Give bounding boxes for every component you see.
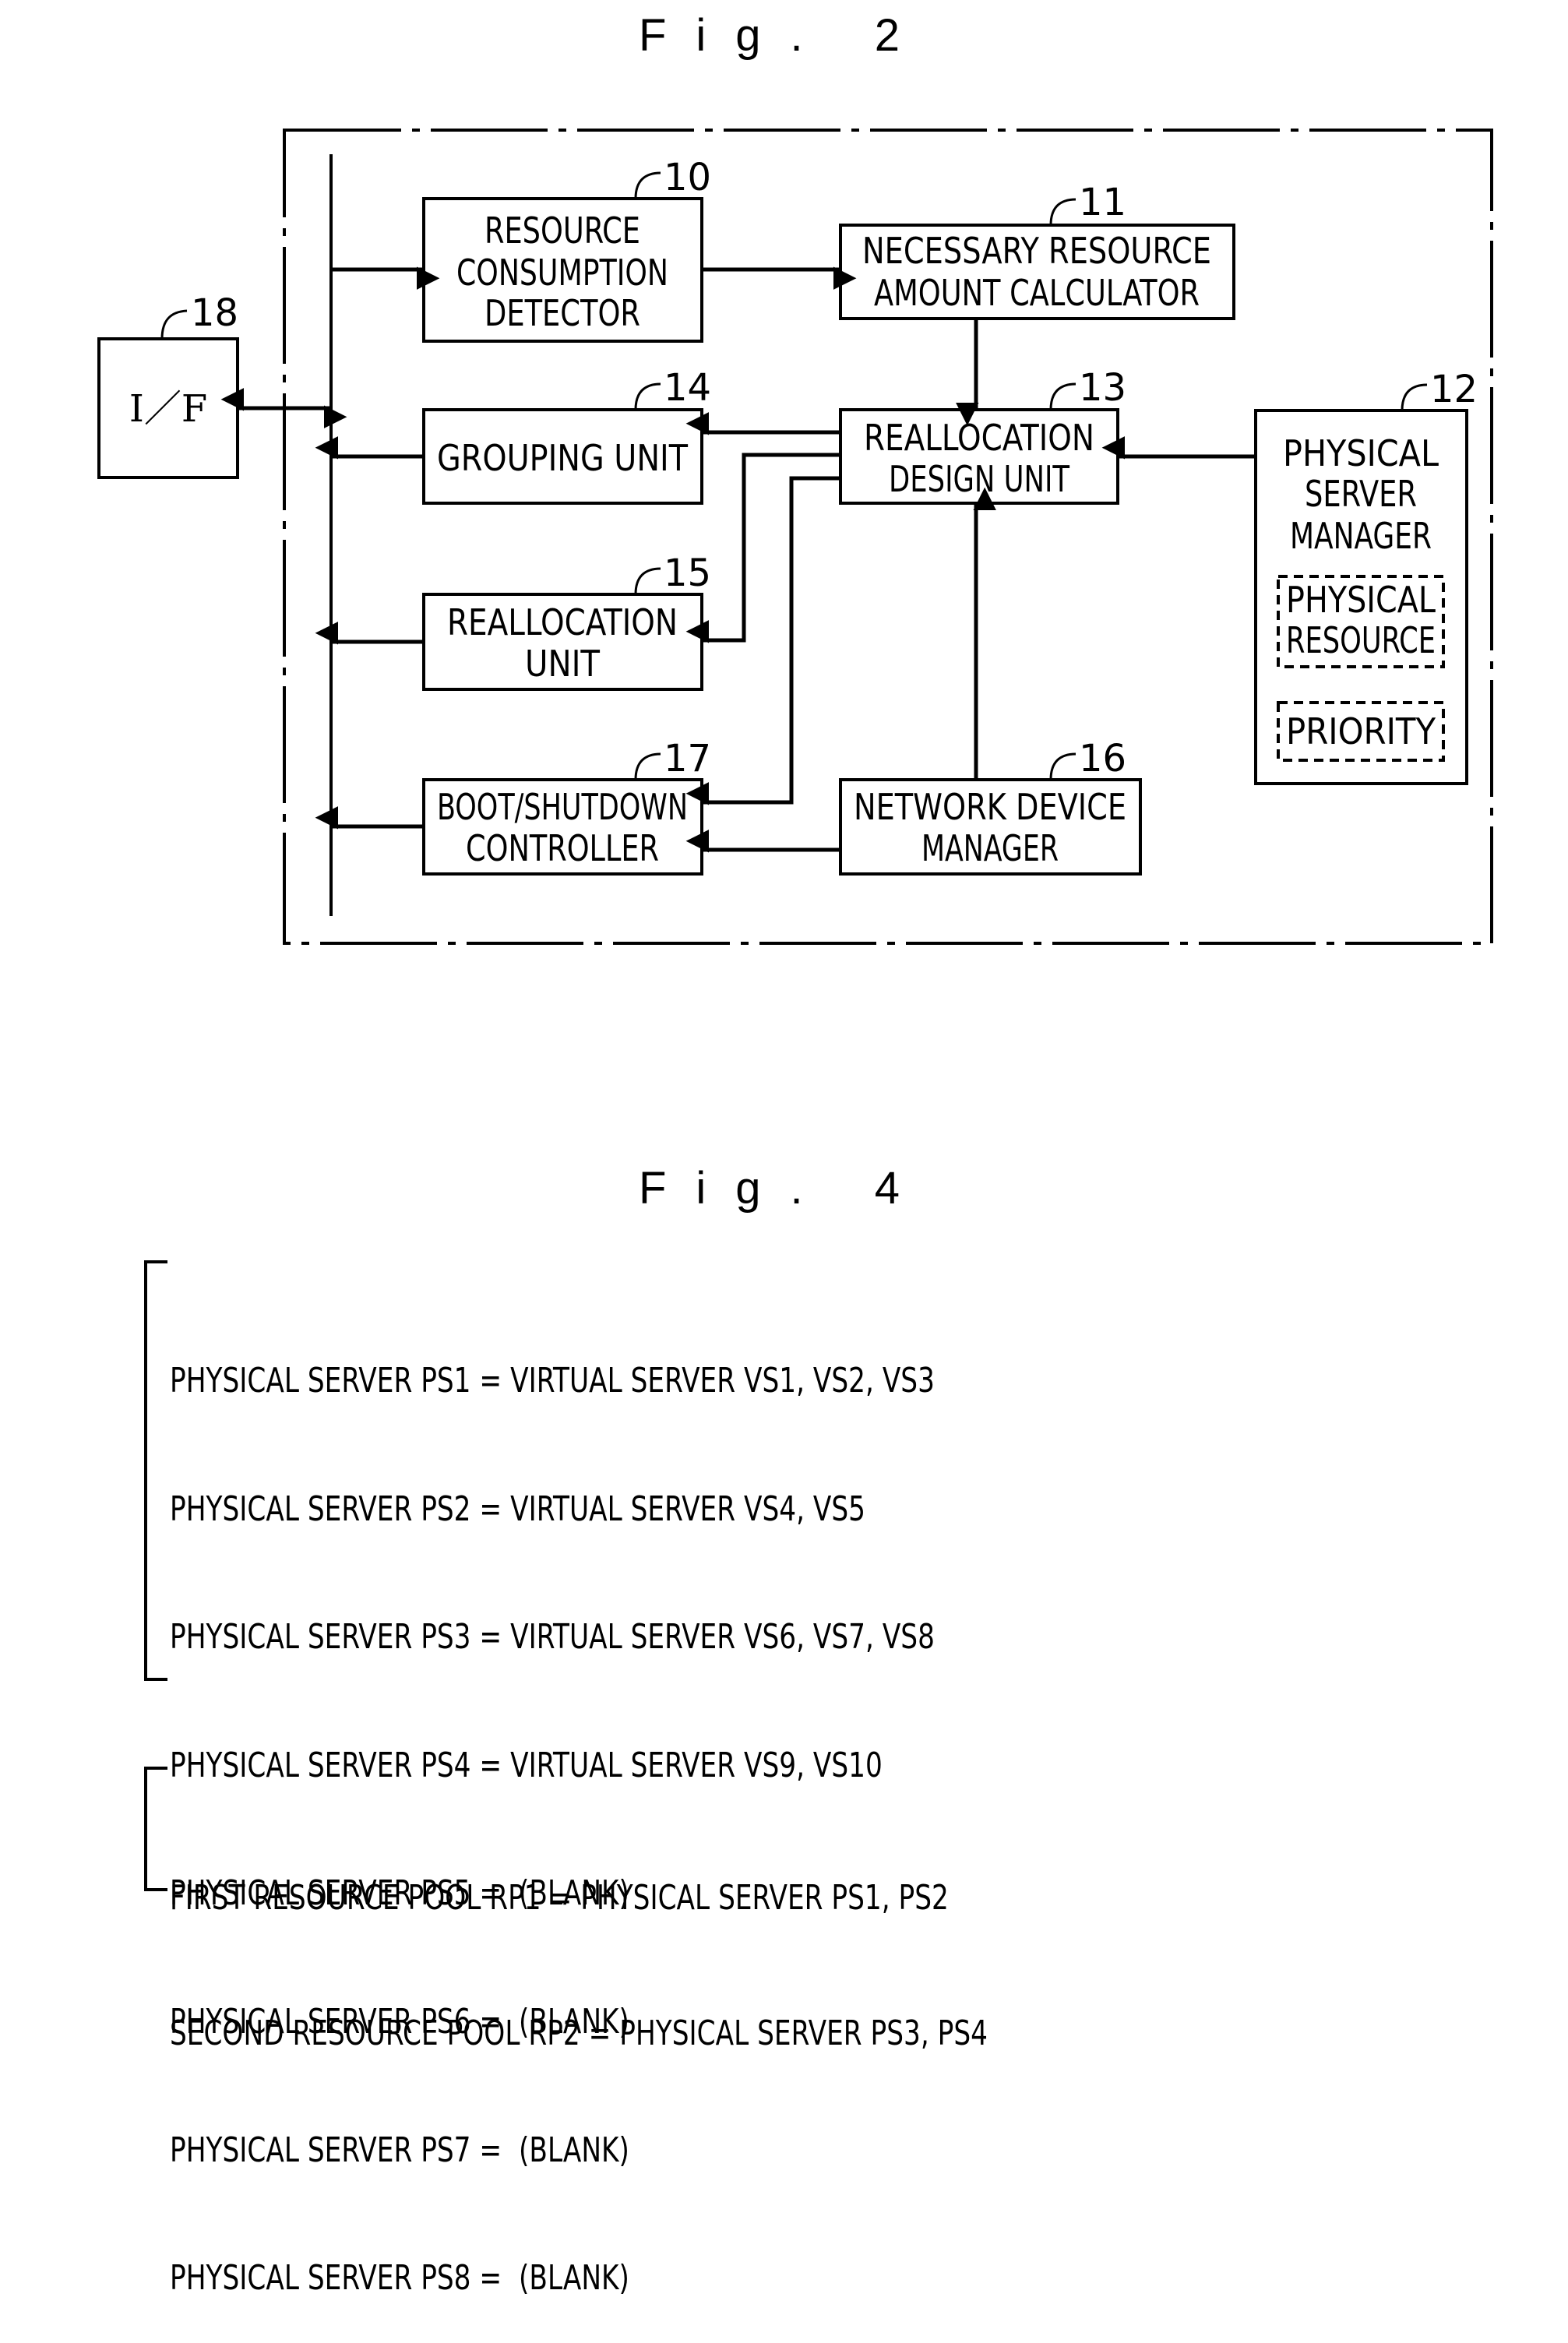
server-assignment-row: PHYSICAL SERVER PS8 = (BLANK) <box>170 2258 629 2299</box>
server-manager-label-line1: PHYSICAL <box>1283 432 1439 474</box>
fig4-title: Fig. 4 <box>638 1163 930 1214</box>
design-label-line2: DESIGN UNIT <box>889 458 1070 500</box>
calculator-label-line1: NECESSARY RESOURCE <box>862 230 1211 272</box>
design-label-line1: REALLOCATION <box>864 417 1094 459</box>
ref-numeral-12: 12 <box>1430 368 1478 411</box>
server-assignment-row: PHYSICAL SERVER PS4 = VIRTUAL SERVER VS9… <box>170 1745 883 1785</box>
ref-leader-11 <box>1049 198 1076 226</box>
physical-resource-label-line2: RESOURCE <box>1286 619 1436 661</box>
server-assignment-row: PHYSICAL SERVER PS7 = (BLANK) <box>170 2130 629 2170</box>
if-label: I／F <box>129 387 207 431</box>
resource-pool-row: SECOND RESOURCE POOL RP2 = PHYSICAL SERV… <box>170 2014 988 2053</box>
detector-label-line2: CONSUMPTION <box>456 252 668 294</box>
ref-leader-18 <box>160 309 188 340</box>
resource-pools-bracket <box>144 1767 167 1891</box>
calculator-label-line2: AMOUNT CALCULATOR <box>874 272 1200 314</box>
ref-numeral-15: 15 <box>664 551 711 595</box>
ref-numeral-11: 11 <box>1079 181 1126 224</box>
design-to-reallocation-arrow <box>685 453 839 643</box>
ref-numeral-10: 10 <box>664 156 711 199</box>
server-assignment-row: PHYSICAL SERVER PS2 = VIRTUAL SERVER VS4… <box>170 1489 866 1529</box>
server-assignment-row: PHYSICAL SERVER PS1 = VIRTUAL SERVER VS1… <box>170 1361 935 1401</box>
server-manager-label-line2: SERVER <box>1305 473 1417 515</box>
grouping-label: GROUPING UNIT <box>437 437 689 479</box>
ref-leader-13 <box>1049 382 1076 410</box>
ref-numeral-13: 13 <box>1079 366 1126 410</box>
ref-leader-16 <box>1049 752 1076 780</box>
resource-pools-list: FIRST RESOURCE POOL RP1 = PHYSICAL SERVE… <box>170 1785 988 2102</box>
server-assignments-bracket <box>144 1260 167 1681</box>
resource-pool-row: FIRST RESOURCE POOL RP1 = PHYSICAL SERVE… <box>170 1878 949 1918</box>
detector-label-line3: DETECTOR <box>484 292 640 334</box>
network-manager-label-line1: NETWORK DEVICE <box>854 786 1126 828</box>
boot-label-line1: BOOT/SHUTDOWN <box>437 786 688 828</box>
boot-label-line2: CONTROLLER <box>466 827 659 869</box>
reallocation-unit-label-line2: UNIT <box>525 643 601 685</box>
ref-leader-15 <box>634 567 661 595</box>
server-manager-label-line3: MANAGER <box>1290 515 1432 557</box>
fig2-block-diagram: 18 10 11 13 14 12 15 17 16 I／F RESOURCE … <box>97 129 1493 945</box>
ref-numeral-17: 17 <box>664 737 711 780</box>
ref-leader-12 <box>1401 383 1428 411</box>
priority-label: PRIORITY <box>1286 710 1436 752</box>
network-manager-label-line2: MANAGER <box>921 827 1059 869</box>
ref-numeral-18: 18 <box>191 291 238 335</box>
reallocation-unit-label-line1: REALLOCATION <box>447 601 678 643</box>
ref-leader-14 <box>634 382 661 410</box>
server-assignment-row: PHYSICAL SERVER PS3 = VIRTUAL SERVER VS6… <box>170 1617 935 1658</box>
ref-leader-10 <box>634 171 661 199</box>
detector-label-line1: RESOURCE <box>484 210 640 252</box>
ref-numeral-16: 16 <box>1079 737 1126 780</box>
ref-leader-17 <box>634 752 661 780</box>
ref-numeral-14: 14 <box>664 366 711 410</box>
physical-resource-label-line1: PHYSICAL <box>1286 579 1436 621</box>
